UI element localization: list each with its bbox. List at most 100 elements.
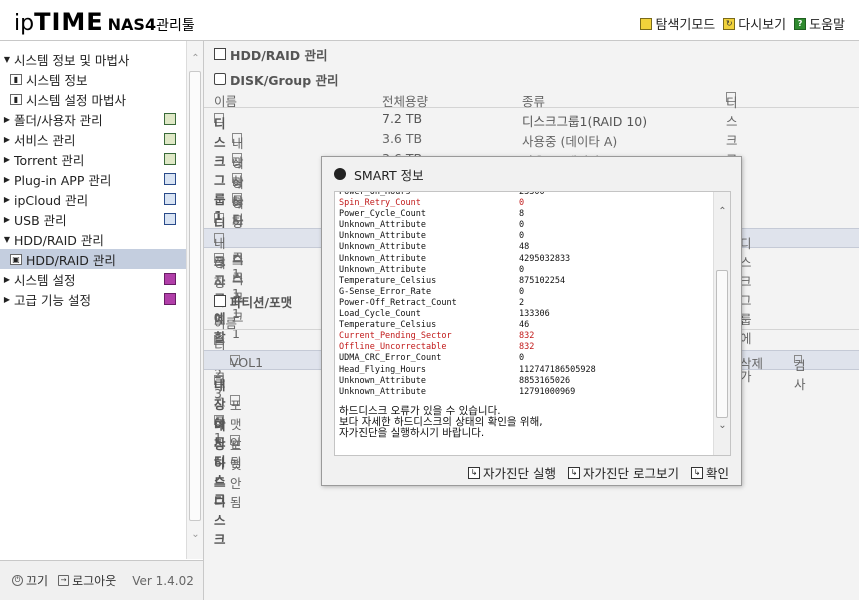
attribute-value: 2 [519,297,525,308]
attribute-value: 112747186505928 [519,364,596,375]
sidebar-item-usb[interactable]: ▶ USB 관리 [0,209,186,229]
sidebar-scrollbar[interactable]: ⌃ ⌄ [186,41,203,559]
collapse-arrow-icon: ▶ [3,274,11,284]
attribute-value: 0 [519,231,525,242]
attribute-name: Head_Flying_Hours [339,364,426,375]
confirm-button[interactable]: ↳ 확인 [690,463,729,482]
col-kind: 종류 [522,94,546,109]
smart-attribute-row: Power_On_Hours 23300 [339,191,709,198]
confirm-label: 확인 [705,466,729,481]
power-icon: ⏻ [12,575,23,586]
row-size: 7.2 TB [382,111,423,126]
settings-icon [164,273,176,285]
attribute-name: UDMA_CRC_Error_Count [339,353,442,364]
attribute-name: Power-Off_Retract_Count [339,297,457,308]
scroll-thumb[interactable] [716,270,728,418]
power-off-label: 끄기 [26,574,49,588]
sidebar-item-system-info[interactable]: ▮ 시스템 정보 [0,69,186,89]
scroll-up-icon[interactable]: ⌃ [714,206,730,217]
col-name: 이름 [214,94,238,109]
sidebar-item-torrent[interactable]: ▶ Torrent 관리 [0,149,186,169]
expand-arrow-icon: ▼ [3,54,11,64]
refresh-link[interactable]: ↻ 다시보기 [723,14,786,33]
collapse-arrow-icon: ▶ [3,114,11,124]
service-icon [164,133,176,145]
sidebar-item-label: HDD/RAID 관리 [14,232,104,248]
help-icon: ? [794,17,807,30]
sidebar-item-hdd-raid[interactable]: ▼ HDD/RAID 관리 [0,229,186,249]
collapse-arrow-icon: ▶ [3,194,11,204]
attribute-value: 12791000969 [519,386,576,397]
logout-button[interactable]: → 로그아웃 [58,572,116,589]
sidebar-item-system-info-wizard[interactable]: ▼ 시스템 정보 및 마법사 [0,49,186,69]
view-self-test-log-button[interactable]: ↳ 자가진단 로그보기 [568,463,679,482]
info-icon [334,168,346,180]
row-name-text: VOL1 [230,355,264,370]
smart-attribute-list: Power_On_Hours 23300 Spin_Retry_Count 0 Powe… [339,191,709,398]
dialog-title-text: SMART 정보 [354,167,424,183]
row-name-text: 포맷안됨 [230,438,242,510]
smart-attribute-row: Offline_Uncorrectable 832 [339,342,709,353]
version-text: Ver 1.4.02 [132,573,194,588]
header: ipTIME NAS4관리툴 탐색기모드 ↻ 다시보기 ? 도움말 [0,0,859,40]
attribute-value: 0 [519,220,525,231]
help-link[interactable]: ? 도움말 [794,14,845,33]
col-size: 전체용량 [382,94,429,109]
attribute-value: 8 [519,209,525,220]
smart-info-dialog: SMART 정보 Power_On_Hours 23300 Spin_Retry_C… [321,156,742,486]
smart-attribute-row: Power-Off_Retract_Count 2 [339,298,709,309]
smart-attribute-row: Unknown_Attribute 0 [339,231,709,242]
scroll-thumb[interactable] [189,71,201,521]
power-off-button[interactable]: ⏻ 끄기 [12,572,48,589]
attribute-value: 832 [519,331,535,342]
smart-attribute-row: Spin_Retry_Count 0 [339,198,709,209]
attribute-value: 23300 [519,191,545,197]
attribute-name: Current_Pending_Sector [339,331,452,342]
logout-label: 로그아웃 [72,574,117,588]
scroll-down-icon[interactable]: ⌄ [187,529,204,545]
sidebar-item-hdd-raid-manage[interactable]: ▣ HDD/RAID 관리 [0,249,186,269]
attribute-name: Temperature_Celsius [339,275,437,286]
attribute-name: Unknown_Attribute [339,242,426,253]
table-row[interactable]: 내장 하드디스크1 3.6 TB 사용중 (데이타 A) [204,129,859,281]
sidebar-item-plugin[interactable]: ▶ Plug-in APP 관리 [0,169,186,189]
iptime-logo: ipTIME NAS4관리툴 [14,8,195,36]
collapse-arrow-icon: ▶ [3,294,11,304]
smart-attribute-row: Unknown_Attribute 8853165026 [339,376,709,387]
sidebar-item-system-settings[interactable]: ▶ 시스템 설정 [0,269,186,289]
attribute-name: Unknown_Attribute [339,253,426,264]
advanced-icon [164,293,176,305]
sidebar-item-label: HDD/RAID 관리 [26,252,116,268]
sidebar-item-ipcloud[interactable]: ▶ ipCloud 관리 [0,189,186,209]
sidebar-item-label: 서비스 관리 [14,132,76,148]
explorer-mode-link[interactable]: 탐색기모드 [640,14,715,33]
scroll-up-icon[interactable]: ⌃ [187,53,204,69]
sidebar-item-label: Plug-in APP 관리 [14,172,112,188]
table-row[interactable]: 디스크그룹1 7.2 TB 디스크그룹1(RAID 10) [204,109,859,223]
scroll-down-icon[interactable]: ⌄ [714,420,730,431]
refresh-icon: ↻ [723,17,736,30]
logo-manager: 관리툴 [156,18,195,34]
smart-attribute-row: Unknown_Attribute 4295032833 [339,254,709,265]
row-size: 3.6 TB [382,131,423,146]
sidebar-item-service[interactable]: ▶ 서비스 관리 [0,129,186,149]
attribute-name: Offline_Uncorrectable [339,342,447,353]
sidebar-item-advanced[interactable]: ▶ 고급 기능 설정 [0,289,186,309]
page-title-text: HDD/RAID 관리 [230,47,328,63]
delete-button[interactable]: 삭제 [740,353,763,372]
disk-icon: ▣ [10,253,22,265]
sidebar: ▼ 시스템 정보 및 마법사 ▮ 시스템 정보 ▮ 시스템 설정 마법사 ▶ 폴… [0,40,204,560]
run-self-test-button[interactable]: ↳ 자가진단 실행 [468,463,556,482]
smart-attribute-row: Load_Cycle_Count 133306 [339,309,709,320]
sidebar-footer: ⏻ 끄기 → 로그아웃 Ver 1.4.02 [0,560,204,600]
sidebar-item-folder-user[interactable]: ▶ 폴더/사용자 관리 [0,109,186,129]
disk-icon [214,48,226,60]
smart-content-box[interactable]: Power_On_Hours 23300 Spin_Retry_Count 0 Powe… [334,191,731,456]
attribute-value: 8853165026 [519,375,571,386]
dialog-title: SMART 정보 [322,157,741,191]
message-line: 자가진단을 실행하시기 바랍니다. [339,427,485,439]
sidebar-item-setup-wizard[interactable]: ▮ 시스템 설정 마법사 [0,89,186,109]
smart-attribute-row: Power_Cycle_Count 8 [339,209,709,220]
collapse-arrow-icon: ▶ [3,134,11,144]
dialog-scrollbar[interactable]: ⌃ ⌄ [713,192,730,455]
